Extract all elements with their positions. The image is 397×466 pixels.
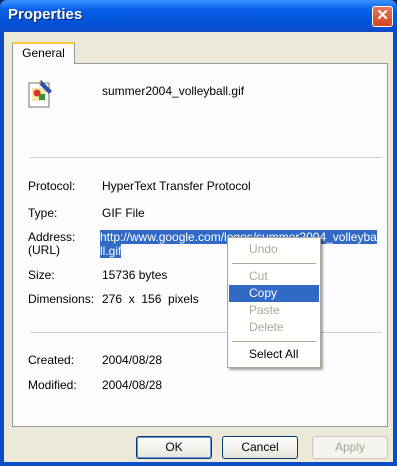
file-name: summer2004_volleyball.gif [102, 84, 245, 98]
address-label: Address: [28, 230, 76, 244]
menu-item-copy[interactable]: Copy [229, 285, 319, 302]
divider [30, 157, 382, 159]
modified-label: Modified: [28, 378, 77, 392]
cancel-button[interactable]: Cancel [222, 436, 298, 459]
tab-general[interactable]: General [12, 42, 75, 64]
menu-separator [232, 263, 316, 264]
properties-window: Properties ✕ General summer2004_volleyba… [0, 0, 397, 466]
close-icon: ✕ [376, 7, 389, 24]
type-value: GIF File [102, 206, 145, 220]
url-label: (URL) [28, 243, 60, 257]
apply-button[interactable]: Apply [312, 436, 388, 459]
protocol-value: HyperText Transfer Protocol [102, 179, 251, 193]
dimensions-label: Dimensions: [28, 292, 95, 306]
window-border-right [393, 32, 397, 466]
created-value: 2004/08/28 [102, 353, 163, 367]
menu-item-cut[interactable]: Cut [229, 268, 319, 285]
modified-value: 2004/08/28 [102, 378, 163, 392]
size-value: 15736 bytes [102, 268, 168, 282]
window-title: Properties [8, 6, 83, 23]
ok-button[interactable]: OK [136, 436, 212, 459]
menu-item-delete[interactable]: Delete [229, 319, 319, 336]
gif-file-icon [28, 80, 52, 108]
context-menu: Undo Cut Copy Paste Delete Select All [227, 237, 321, 368]
dimensions-value: 276 x 156 pixels [102, 292, 199, 306]
menu-item-paste[interactable]: Paste [229, 302, 319, 319]
menu-item-undo[interactable]: Undo [229, 241, 319, 258]
type-label: Type: [28, 206, 58, 220]
menu-separator [232, 341, 316, 342]
window-border-bottom [0, 462, 397, 466]
title-bar[interactable]: Properties ✕ [0, 0, 397, 32]
size-label: Size: [28, 268, 55, 282]
close-button[interactable]: ✕ [372, 6, 393, 27]
divider [30, 332, 382, 334]
menu-item-select-all[interactable]: Select All [229, 346, 319, 363]
created-label: Created: [28, 353, 75, 367]
protocol-label: Protocol: [28, 179, 76, 193]
